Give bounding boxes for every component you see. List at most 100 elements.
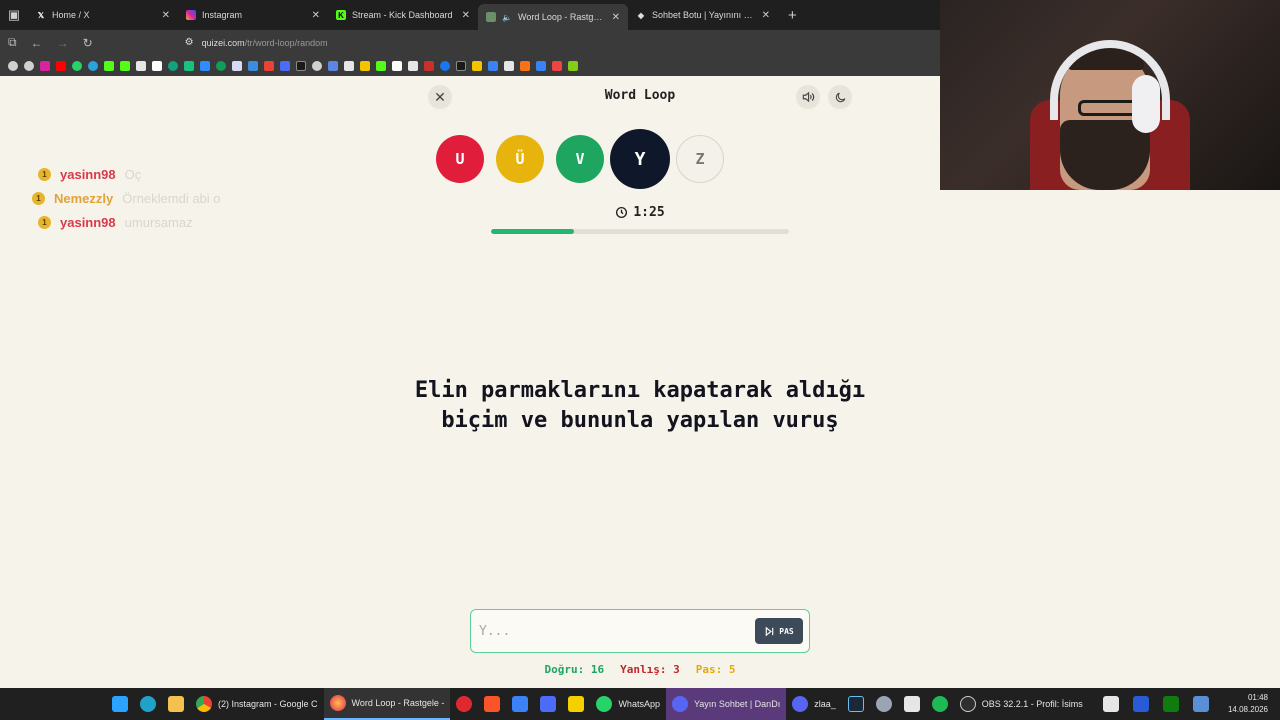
url-path: /tr/word-loop/random <box>244 37 328 48</box>
bookmark-icon[interactable] <box>136 60 146 71</box>
back-icon[interactable]: ← <box>31 36 43 50</box>
bookmark-icon[interactable] <box>488 60 498 71</box>
bookmark-icon[interactable] <box>536 60 546 71</box>
taskbar-spotify[interactable] <box>926 688 954 720</box>
reload-icon[interactable]: ↻ <box>83 36 93 50</box>
bookmark-icon[interactable] <box>424 60 434 71</box>
bookmark-icon[interactable] <box>392 60 402 71</box>
taskbar-edge[interactable] <box>134 688 162 720</box>
bookmark-icon[interactable] <box>56 60 66 71</box>
xbox-icon[interactable] <box>1162 696 1179 712</box>
taskbar-store[interactable] <box>506 688 534 720</box>
tab-sohbet-botu[interactable]: ◆ Sohbet Botu | Yayınını güçlendi ✕ <box>628 0 778 30</box>
sidebar-toggle-icon[interactable]: ⧉ <box>8 35 17 50</box>
bookmark-icon[interactable] <box>264 60 274 71</box>
bookmark-icon[interactable] <box>440 60 450 71</box>
windows-taskbar: (2) Instagram - Google C Word Loop - Ras… <box>0 688 1280 720</box>
close-tab-icon[interactable]: ✕ <box>762 10 770 21</box>
tab-title: Home / X <box>52 10 90 20</box>
bookmark-icon[interactable] <box>168 60 178 71</box>
bookmark-icon[interactable] <box>344 60 354 71</box>
close-tab-icon[interactable]: ✕ <box>462 10 470 21</box>
bookmark-icon[interactable] <box>280 60 290 71</box>
answer-input[interactable] <box>479 623 755 639</box>
time-progress-bar <box>491 229 789 234</box>
bookmark-icon[interactable] <box>120 60 130 71</box>
windows-icon <box>112 696 128 712</box>
taskbar-discord[interactable]: zlaa_ <box>786 688 842 720</box>
taskbar-obs[interactable]: OBS 32.2.1 - Profil: İsims <box>954 688 1089 720</box>
tab-actions-icon[interactable]: ▣ <box>0 0 28 30</box>
bookmark-icon[interactable] <box>72 60 82 71</box>
site-info-icon[interactable]: ⚙ <box>185 37 194 48</box>
url-field[interactable]: ⚙ quizei.com/tr/word-loop/random <box>185 37 328 48</box>
bookmark-icon[interactable] <box>552 60 562 71</box>
system-clock[interactable]: 01:48 14.08.2026 <box>1228 692 1268 716</box>
close-tab-icon[interactable]: ✕ <box>312 10 320 21</box>
taskbar-steam[interactable] <box>842 688 870 720</box>
taskbar-label: zlaa_ <box>814 699 836 709</box>
bookmark-icon[interactable] <box>472 60 482 71</box>
taskbar-chrome[interactable]: (2) Instagram - Google C <box>190 688 324 720</box>
score-stats: Doğru: 16 Yanlış: 3 Pas: 5 <box>470 663 810 676</box>
start-button[interactable] <box>106 688 134 720</box>
quizei-icon <box>486 12 496 22</box>
bookmark-icon[interactable] <box>24 60 34 71</box>
subscriber-badge-icon: 1 <box>38 215 51 229</box>
taskbar-sticky-notes[interactable] <box>562 688 590 720</box>
tab-kick[interactable]: K Stream - Kick Dashboard ✕ <box>328 0 478 30</box>
tray-app-icon[interactable] <box>1132 696 1149 712</box>
bookmark-icon[interactable] <box>456 60 466 71</box>
bookmark-icon[interactable] <box>216 60 226 71</box>
bookmark-icon[interactable] <box>248 60 258 71</box>
folder-icon <box>168 696 184 712</box>
new-tab-button[interactable]: + <box>778 7 807 24</box>
bookmark-icon[interactable] <box>504 60 514 71</box>
tab-x[interactable]: 𝕏 Home / X ✕ <box>28 0 178 30</box>
bookmark-icon[interactable] <box>568 60 578 71</box>
bookmark-icon[interactable] <box>328 60 338 71</box>
bookmark-icon[interactable] <box>104 60 114 71</box>
bookmark-icon[interactable] <box>88 60 98 71</box>
taskbar-snipping[interactable] <box>898 688 926 720</box>
sound-toggle-button[interactable] <box>796 85 820 109</box>
taskbar-label: (2) Instagram - Google C <box>218 699 318 709</box>
browser-tab-bar: ▣ 𝕏 Home / X ✕ Instagram ✕ K Stream - Ki… <box>0 0 940 30</box>
close-game-button[interactable]: ✕ <box>428 85 452 109</box>
bookmark-icon[interactable] <box>520 60 530 71</box>
theme-toggle-button[interactable] <box>828 85 852 109</box>
taskbar-explorer[interactable] <box>162 688 190 720</box>
taskbar-brave[interactable] <box>478 688 506 720</box>
spotify-icon <box>931 696 948 712</box>
bookmark-icon[interactable] <box>152 60 162 71</box>
bookmark-icon[interactable] <box>296 60 306 71</box>
bookmark-icon[interactable] <box>8 60 18 71</box>
bookmark-icon[interactable] <box>40 60 50 71</box>
bookmark-icon[interactable] <box>376 60 386 71</box>
pass-button[interactable]: PAS <box>755 618 803 644</box>
bookmark-icon[interactable] <box>232 60 242 71</box>
taskbar-calculator[interactable] <box>534 688 562 720</box>
taskbar-discord-stream[interactable]: Yayın Sohbet | DanDı <box>665 688 787 720</box>
settings-icon <box>875 696 892 712</box>
taskbar-label: Word Loop - Rastgele - <box>351 698 445 708</box>
bookmark-icon[interactable] <box>408 60 418 71</box>
taskbar-firefox[interactable]: Word Loop - Rastgele - <box>323 688 451 720</box>
forward-icon[interactable]: → <box>57 36 69 50</box>
tray-app-icon[interactable] <box>1102 696 1119 712</box>
taskbar-whatsapp[interactable]: WhatsApp <box>590 688 666 720</box>
firefox-icon <box>329 695 346 711</box>
speaker-icon: 🔈 <box>502 12 512 22</box>
bookmark-icon[interactable] <box>360 60 370 71</box>
taskbar-settings[interactable] <box>870 688 898 720</box>
tab-instagram[interactable]: Instagram ✕ <box>178 0 328 30</box>
tab-word-loop[interactable]: 🔈 Word Loop - Rastgele - Qu ✕ <box>478 4 628 30</box>
bookmark-icon[interactable] <box>184 60 194 71</box>
close-tab-icon[interactable]: ✕ <box>162 10 170 21</box>
taskbar-opera[interactable] <box>450 688 478 720</box>
tray-app-icon[interactable] <box>1192 696 1209 712</box>
close-tab-icon[interactable]: ✕ <box>612 12 620 23</box>
bookmark-icon[interactable] <box>200 60 210 71</box>
calculator-icon <box>540 696 557 712</box>
bookmark-icon[interactable] <box>312 60 322 71</box>
